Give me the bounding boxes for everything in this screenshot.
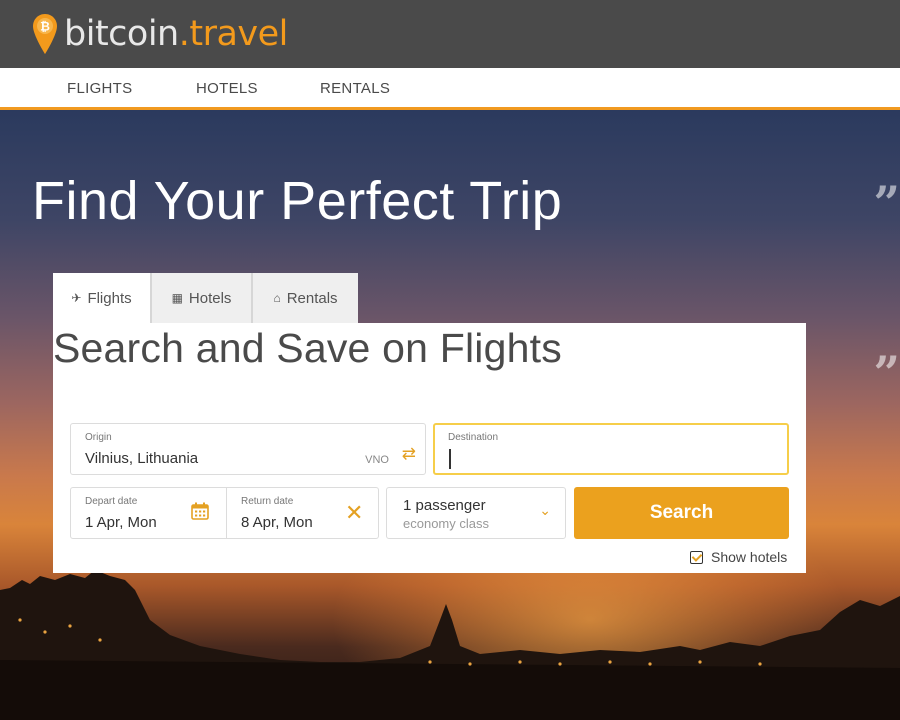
building-icon: ▦: [171, 291, 183, 305]
hero-title: Find Your Perfect Trip: [32, 171, 563, 231]
origin-label: Origin: [85, 432, 112, 443]
quote-mark-icon: ”: [873, 176, 900, 230]
date-divider: [226, 488, 227, 538]
passenger-count: 1 passenger: [403, 497, 486, 514]
origin-field[interactable]: Origin Vilnius, Lithuania VNO ⇄: [70, 423, 426, 475]
tab-flights-label: Flights: [87, 289, 132, 307]
search-tabs: ✈ Flights ▦ Hotels ⌂ Rentals: [53, 273, 358, 323]
text-cursor: [449, 449, 451, 469]
origin-value[interactable]: Vilnius, Lithuania: [85, 450, 198, 467]
site-header: ₿ bitcoin.travel: [0, 0, 900, 68]
logo-text: bitcoin.travel: [64, 10, 288, 58]
return-date-label: Return date: [241, 496, 294, 507]
city-skyline-image: [0, 570, 900, 720]
plane-icon: ✈: [71, 291, 82, 305]
depart-date-label: Depart date: [85, 496, 138, 507]
panel-title: Search and Save on Flights: [53, 325, 562, 371]
show-hotels-option[interactable]: Show hotels: [690, 549, 787, 565]
logo-text-travel: .travel: [178, 14, 289, 54]
logo[interactable]: ₿ bitcoin.travel: [32, 10, 288, 58]
show-hotels-checkbox[interactable]: [690, 550, 703, 564]
nav-flights[interactable]: FLIGHTS: [67, 80, 132, 97]
passenger-select[interactable]: 1 passenger economy class ⌄: [386, 487, 566, 539]
logo-text-bitcoin: bitcoin: [64, 14, 179, 54]
tab-rentals[interactable]: ⌂ Rentals: [253, 273, 358, 323]
tab-flights[interactable]: ✈ Flights: [53, 273, 152, 323]
bitcoin-pin-icon: ₿: [33, 14, 57, 54]
calendar-icon[interactable]: [191, 502, 209, 520]
depart-date-value[interactable]: 1 Apr, Mon: [85, 514, 157, 531]
home-icon: ⌂: [273, 291, 281, 305]
svg-text:₿: ₿: [40, 20, 50, 34]
return-date-value[interactable]: 8 Apr, Mon: [241, 514, 313, 531]
tab-rentals-label: Rentals: [286, 289, 338, 307]
nav-rentals[interactable]: RENTALS: [320, 80, 390, 97]
tab-hotels-label: Hotels: [188, 289, 232, 307]
cabin-class: economy class: [403, 516, 489, 531]
show-hotels-label: Show hotels: [711, 549, 788, 565]
swap-icon[interactable]: ⇄: [402, 444, 416, 464]
search-button[interactable]: Search: [574, 487, 789, 539]
chevron-down-icon[interactable]: ⌄: [539, 502, 551, 519]
destination-label: Destination: [448, 432, 499, 443]
quote-mark-icon-2: ”: [873, 346, 900, 400]
clear-return-date-icon[interactable]: ✕: [345, 500, 363, 526]
tab-hotels[interactable]: ▦ Hotels: [152, 273, 253, 323]
main-nav: FLIGHTS HOTELS RENTALS: [0, 68, 900, 110]
flight-search-panel: Search and Save on Flights Origin Vilniu…: [53, 323, 806, 573]
origin-airport-code: VNO: [365, 454, 389, 466]
nav-hotels[interactable]: HOTELS: [196, 80, 258, 97]
hero-banner: ” ” Find Your Perfect Trip ✈ Flights ▦ H…: [0, 110, 900, 720]
date-range-field[interactable]: Depart date 1 Apr, Mon Return date 8 Apr…: [70, 487, 379, 539]
destination-field[interactable]: Destination: [433, 423, 789, 475]
